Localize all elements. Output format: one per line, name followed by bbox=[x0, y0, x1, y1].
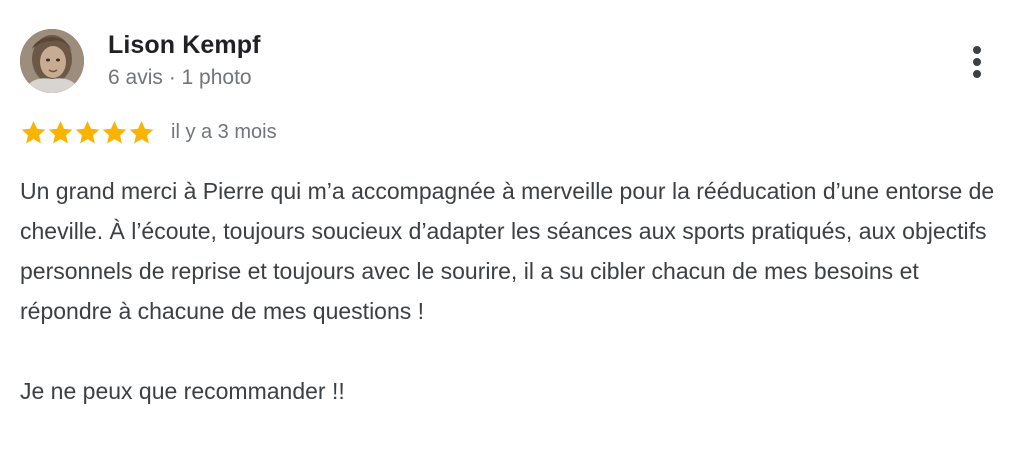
review-text: Un grand merci à Pierre qui m’a accompag… bbox=[20, 171, 1010, 411]
star-icon bbox=[47, 119, 74, 146]
review-paragraph: Je ne peux que recommander !! bbox=[20, 378, 345, 404]
review-paragraph: Un grand merci à Pierre qui m’a accompag… bbox=[20, 178, 995, 324]
more-vert-icon-dot bbox=[973, 46, 981, 54]
star-icon bbox=[128, 119, 155, 146]
star-icon bbox=[74, 119, 101, 146]
more-vert-icon-dot bbox=[973, 70, 981, 78]
rating-row: il y a 3 mois bbox=[20, 118, 277, 146]
star-icon bbox=[101, 119, 128, 146]
more-options-button[interactable] bbox=[958, 40, 998, 84]
star-icon bbox=[20, 119, 47, 146]
star-rating bbox=[20, 119, 155, 146]
review-card: Lison Kempf 6 avis · 1 photo il y a 3 mo… bbox=[0, 0, 1020, 470]
review-date: il y a 3 mois bbox=[171, 120, 277, 143]
author-avatar[interactable] bbox=[20, 29, 84, 93]
author-name[interactable]: Lison Kempf bbox=[108, 31, 261, 60]
author-meta[interactable]: 6 avis · 1 photo bbox=[108, 66, 252, 90]
more-vert-icon-dot bbox=[973, 58, 981, 66]
avatar-photo bbox=[20, 29, 84, 93]
